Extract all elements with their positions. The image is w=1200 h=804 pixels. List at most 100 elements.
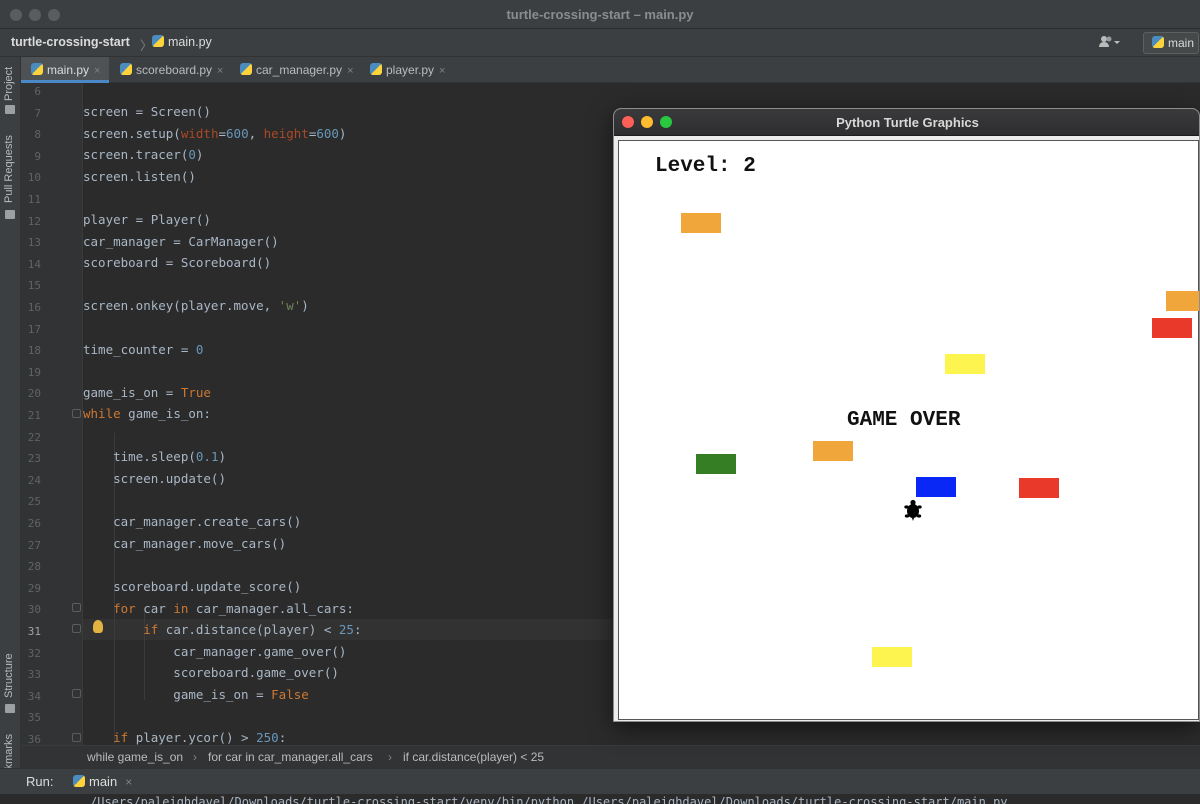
line-number: 16 [27, 301, 41, 314]
code-line: for car in car_manager.all_cars: [113, 601, 354, 616]
code-line: if car.distance(player) < 25: [143, 622, 362, 637]
line-number: 35 [27, 711, 41, 725]
nav-project[interactable]: turtle-crossing-start [11, 35, 130, 49]
python-file-icon [152, 35, 164, 47]
car [681, 213, 721, 233]
level-text: Level: 2 [655, 155, 756, 178]
line-number: 32 [27, 646, 41, 660]
nav-file-label: main.py [168, 35, 212, 49]
tab-label: car_manager.py [256, 63, 343, 77]
line-number: 31 [27, 625, 41, 638]
code-line: car_manager.move_cars() [83, 536, 287, 551]
fold-marker-icon[interactable] [72, 603, 81, 612]
close-tab-icon[interactable]: × [217, 65, 223, 77]
line-number: 36 [27, 733, 41, 745]
line-number: 9 [34, 149, 41, 163]
navigation-bar: turtle-crossing-start 〉 main.py main [0, 29, 1200, 57]
turtle-window-title: Python Turtle Graphics [836, 115, 979, 130]
line-number: 30 [27, 603, 41, 617]
line-number: 17 [27, 322, 41, 336]
line-number: 18 [27, 344, 41, 358]
run-config-label: main [1168, 36, 1195, 50]
tool-tab-structure[interactable]: Structure [3, 653, 15, 698]
turtle-window-title-bar[interactable]: Python Turtle Graphics [614, 109, 1199, 136]
code-line: screen.tracer(0) [83, 147, 204, 162]
editor-tab-bar: main.py × scoreboard.py × car_manager.py × … [21, 57, 1200, 83]
window-title: turtle-crossing-start – main.py [506, 7, 694, 22]
line-number: 15 [27, 279, 41, 293]
close-tab-icon[interactable]: × [94, 65, 100, 77]
run-config-tab-label: main [89, 774, 118, 789]
car [1019, 478, 1059, 498]
car [916, 477, 956, 497]
code-line: screen = Screen() [83, 104, 211, 119]
tool-tab-project[interactable]: Project [3, 67, 15, 101]
breadcrumb-chevron-icon: › [388, 750, 392, 764]
line-number: 8 [34, 128, 41, 142]
line-number: 23 [27, 452, 41, 466]
line-number: 10 [27, 171, 41, 185]
python-file-icon [240, 63, 252, 75]
code-line: screen.listen() [83, 169, 196, 184]
turtle-graphics-window[interactable]: Python Turtle Graphics Level: 2 GAME OVE… [613, 108, 1200, 722]
breadcrumb-if[interactable]: if car.distance(player) < 25 [403, 750, 544, 764]
line-number: 7 [34, 106, 41, 120]
game-over-text: GAME OVER [847, 409, 961, 432]
breadcrumb-chevron-icon: › [193, 750, 197, 764]
close-run-tab-icon[interactable]: × [125, 775, 132, 789]
tab-car-manager-py[interactable]: car_manager.py × [230, 57, 360, 83]
fold-marker-icon[interactable] [72, 409, 81, 418]
code-line: if player.ycor() > 250: [113, 730, 287, 745]
run-config-tab[interactable]: main × [73, 774, 132, 789]
code-line: scoreboard.game_over() [83, 665, 339, 680]
folder-icon [5, 105, 15, 114]
line-number: 14 [27, 257, 41, 271]
turtle-icon [904, 499, 922, 521]
code-line: screen.onkey(player.move, 'w') [83, 298, 309, 313]
console-command-line: /Users/paleighdavel/Downloads/turtle-cro… [90, 795, 1008, 804]
run-console[interactable]: /Users/paleighdavel/Downloads/turtle-cro… [0, 794, 1200, 804]
car [945, 354, 985, 374]
turtle-canvas[interactable]: Level: 2 GAME OVER [618, 140, 1199, 720]
line-number: 6 [34, 85, 41, 98]
python-file-icon [120, 63, 132, 75]
nav-file[interactable]: main.py [152, 35, 212, 49]
tab-main-py[interactable]: main.py × [21, 57, 109, 83]
run-config-dropdown[interactable]: main [1143, 32, 1199, 54]
tab-label: player.py [386, 63, 435, 77]
close-tab-icon[interactable]: × [347, 65, 353, 77]
line-number: 24 [27, 473, 41, 487]
code-line: screen.update() [83, 471, 226, 486]
tab-scoreboard-py[interactable]: scoreboard.py × [110, 57, 230, 83]
nav-chevron-icon: 〉 [140, 39, 153, 53]
tab-player-py[interactable]: player.py × [360, 57, 460, 83]
code-line: car_manager.create_cars() [83, 514, 302, 529]
tool-tab-pull-requests[interactable]: Pull Requests [3, 135, 15, 203]
car [1166, 291, 1199, 311]
code-line: time_counter = 0 [83, 342, 204, 357]
line-number: 12 [27, 214, 41, 228]
line-number: 19 [27, 365, 41, 379]
user-icon[interactable] [1098, 34, 1126, 52]
code-line: game_is_on = False [83, 687, 309, 702]
left-tool-strip: Project Pull Requests Structure Bookmark… [0, 57, 21, 804]
fold-marker-icon[interactable] [72, 733, 81, 742]
fold-marker-icon[interactable] [72, 624, 81, 633]
line-number: 22 [27, 430, 41, 444]
breadcrumb-while[interactable]: while game_is_on [87, 750, 183, 764]
pull-request-icon [5, 210, 15, 219]
code-line: game_is_on = True [83, 385, 211, 400]
breadcrumb-for[interactable]: for car in car_manager.all_cars [208, 750, 373, 764]
code-line: car_manager.game_over() [83, 644, 347, 659]
run-label: Run: [26, 774, 54, 789]
close-tab-icon[interactable]: × [439, 65, 445, 77]
fold-marker-icon[interactable] [72, 689, 81, 698]
tab-label: scoreboard.py [136, 63, 213, 77]
line-number: 28 [27, 560, 41, 574]
line-number: 11 [27, 193, 41, 206]
code-line: scoreboard.update_score() [83, 579, 302, 594]
tab-label: main.py [47, 63, 90, 77]
code-line: time.sleep(0.1) [83, 449, 226, 464]
code-line: while game_is_on: [83, 406, 211, 421]
line-number: 26 [27, 517, 41, 530]
